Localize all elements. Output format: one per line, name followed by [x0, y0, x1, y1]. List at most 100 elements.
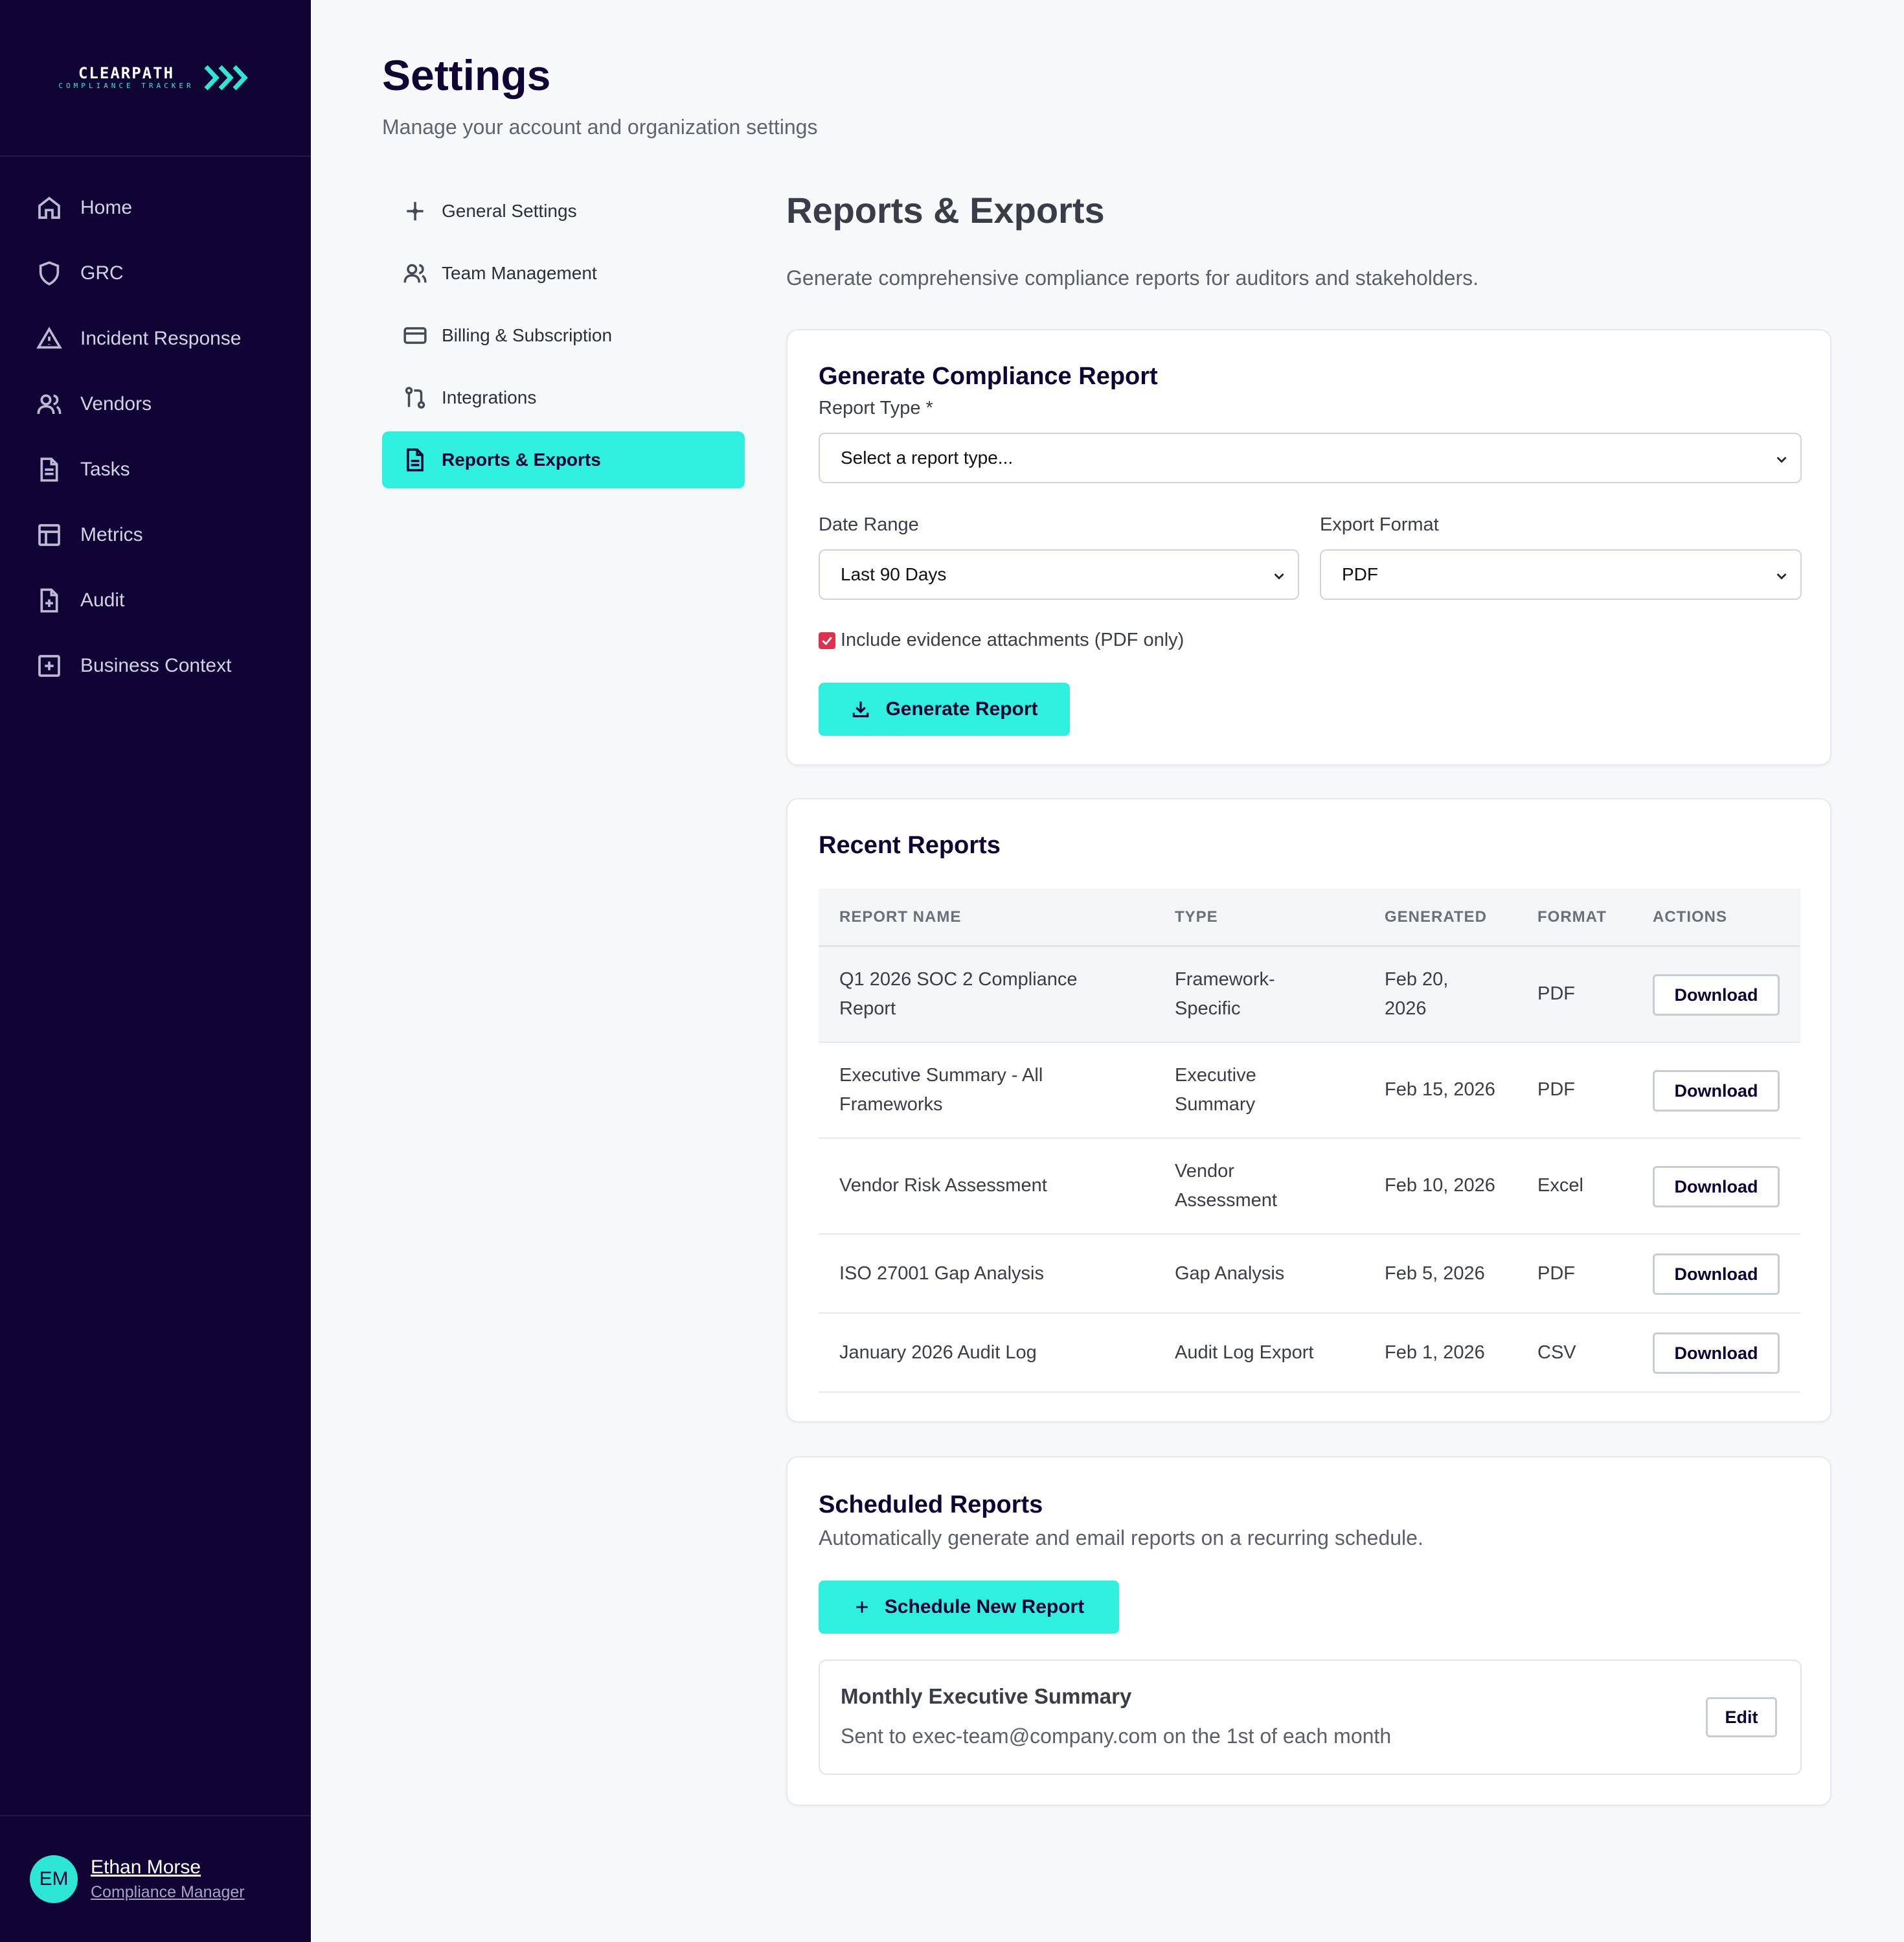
nav-item-vendors[interactable]: Vendors: [0, 371, 311, 437]
report-type-select[interactable]: Select a report type...: [819, 433, 1802, 483]
evidence-checkbox[interactable]: [819, 632, 835, 649]
report-format-cell: PDF: [1537, 1079, 1575, 1100]
table-row: ISO 27001 Gap Analysis Gap Analysis Feb …: [819, 1235, 1800, 1314]
page-subtitle: Manage your account and organization set…: [382, 115, 818, 139]
user-role[interactable]: Compliance Manager: [91, 1880, 245, 1904]
nav-item-incident-response[interactable]: Incident Response: [0, 306, 311, 371]
export-format-select[interactable]: PDF: [1320, 549, 1802, 600]
plus-icon: [856, 1601, 868, 1613]
generate-report-card: Generate Compliance Report Report Type *…: [786, 329, 1831, 766]
evidence-checkbox-row[interactable]: Include evidence attachments (PDF only): [819, 630, 1184, 651]
nav-item-label: Incident Response: [80, 327, 242, 349]
date-range-label: Date Range: [819, 514, 919, 535]
section-subtitle: Generate comprehensive compliance report…: [786, 266, 1479, 290]
document-icon: [40, 457, 58, 481]
report-name-cell: Q1 2026 SOC 2 Compliance Report: [839, 969, 1078, 1019]
brand-logo[interactable]: CLEARPATH COMPLIANCE TRACKER: [0, 0, 311, 157]
export-format-label: Export Format: [1320, 514, 1439, 535]
report-type-label: Report Type *: [819, 398, 933, 418]
nav-item-label: Metrics: [80, 523, 143, 545]
settings-nav-reports[interactable]: Reports & Exports: [382, 431, 745, 488]
download-button[interactable]: Download: [1653, 1070, 1780, 1112]
column-header-actions: ACTIONS: [1653, 908, 1727, 926]
check-icon: [822, 636, 832, 645]
settings-nav-team[interactable]: Team Management: [382, 245, 745, 302]
page-title: Settings: [382, 51, 551, 99]
column-header-format: FORMAT: [1537, 908, 1607, 926]
report-name-cell: Vendor Risk Assessment: [839, 1175, 1047, 1196]
scheduled-reports-title: Scheduled Reports: [819, 1491, 1043, 1518]
table-header: REPORT NAME TYPE GENERATED FORMAT ACTION…: [819, 889, 1800, 947]
nav-item-grc[interactable]: GRC: [0, 240, 311, 306]
brand-tagline: COMPLIANCE TRACKER: [58, 82, 194, 90]
settings-nav-label: Team Management: [442, 263, 597, 283]
schedule-new-report-label: Schedule New Report: [884, 1596, 1085, 1617]
nav-item-tasks[interactable]: Tasks: [0, 437, 311, 502]
download-button[interactable]: Download: [1653, 974, 1780, 1016]
nav-item-home[interactable]: Home: [0, 175, 311, 240]
report-generated-cell: Feb 15, 2026: [1385, 1079, 1495, 1100]
scheduled-reports-card: Scheduled Reports Automatically generate…: [786, 1456, 1831, 1806]
chevron-down-icon: [1274, 573, 1284, 580]
file-text-icon: [407, 448, 424, 472]
scheduled-report-title: Monthly Executive Summary: [841, 1684, 1132, 1708]
main-nav: Home GRC Incident Response Vendors Tasks…: [0, 157, 311, 698]
report-name-cell: January 2026 Audit Log: [839, 1342, 1037, 1363]
evidence-checkbox-label: Include evidence attachments (PDF only): [841, 630, 1184, 650]
report-type-cell: Executive Summary: [1175, 1065, 1256, 1115]
report-name-cell: ISO 27001 Gap Analysis: [839, 1263, 1044, 1284]
file-plus-icon: [40, 588, 58, 612]
date-range-value: Last 90 Days: [841, 564, 947, 584]
sidebar: CLEARPATH COMPLIANCE TRACKER Home GRC In…: [0, 0, 311, 1942]
report-type-value: Select a report type...: [841, 448, 1014, 468]
settings-nav-label: Reports & Exports: [442, 450, 601, 470]
settings-nav: General Settings Team Management Billing…: [382, 183, 745, 494]
settings-nav-general[interactable]: General Settings: [382, 183, 745, 240]
edit-button[interactable]: Edit: [1706, 1697, 1777, 1737]
git-pull-icon: [405, 387, 425, 409]
date-range-select[interactable]: Last 90 Days: [819, 549, 1299, 600]
user-profile[interactable]: EM Ethan Morse Compliance Manager: [0, 1815, 311, 1942]
brand-name: CLEARPATH: [78, 64, 175, 82]
generate-report-label: Generate Report: [885, 698, 1038, 720]
settings-nav-integrations[interactable]: Integrations: [382, 369, 745, 426]
recent-reports-card: Recent Reports REPORT NAME TYPE GENERATE…: [786, 798, 1831, 1422]
nav-item-metrics[interactable]: Metrics: [0, 502, 311, 567]
column-header-generated: GENERATED: [1385, 908, 1487, 926]
report-type-cell: Vendor Assessment: [1175, 1161, 1277, 1211]
download-button[interactable]: Download: [1653, 1253, 1780, 1295]
nav-item-label: Business Context: [80, 654, 232, 676]
download-button[interactable]: Download: [1653, 1332, 1780, 1374]
chevron-down-icon: [1776, 573, 1787, 580]
user-name[interactable]: Ethan Morse: [91, 1855, 245, 1880]
nav-item-label: GRC: [80, 262, 124, 284]
nav-item-label: Audit: [80, 589, 125, 611]
avatar: EM: [30, 1855, 78, 1903]
report-format-cell: CSV: [1537, 1342, 1576, 1363]
report-generated-cell: Feb 20, 2026: [1385, 969, 1449, 1019]
nav-item-audit[interactable]: Audit: [0, 567, 311, 633]
report-type-cell: Framework- Specific: [1175, 969, 1275, 1019]
export-format-value: PDF: [1342, 564, 1378, 584]
scheduled-reports-subtitle: Automatically generate and email reports…: [819, 1526, 1423, 1549]
users-icon: [403, 264, 427, 283]
schedule-new-report-button[interactable]: Schedule New Report: [819, 1581, 1119, 1634]
nav-item-label: Home: [80, 196, 133, 218]
credit-card-icon: [403, 327, 427, 344]
column-header-report-name: REPORT NAME: [839, 908, 962, 926]
chevron-down-icon: [1776, 457, 1787, 463]
report-format-cell: PDF: [1537, 983, 1575, 1004]
settings-nav-label: Integrations: [442, 387, 537, 407]
chevrons-logo-icon: [204, 65, 248, 91]
sliders-icon: [407, 201, 424, 221]
report-generated-cell: Feb 1, 2026: [1385, 1342, 1485, 1363]
table-row: Executive Summary - All Frameworks Execu…: [819, 1043, 1800, 1139]
scheduled-report-item: Monthly Executive Summary Sent to exec-t…: [819, 1660, 1802, 1775]
report-type-cell: Audit Log Export: [1175, 1342, 1314, 1363]
reports-content: Reports & Exports Generate comprehensive…: [786, 183, 1831, 1806]
warning-icon: [36, 326, 62, 348]
download-button[interactable]: Download: [1653, 1166, 1780, 1207]
nav-item-business-context[interactable]: Business Context: [0, 633, 311, 698]
generate-report-button[interactable]: Generate Report: [819, 683, 1070, 736]
settings-nav-billing[interactable]: Billing & Subscription: [382, 307, 745, 364]
